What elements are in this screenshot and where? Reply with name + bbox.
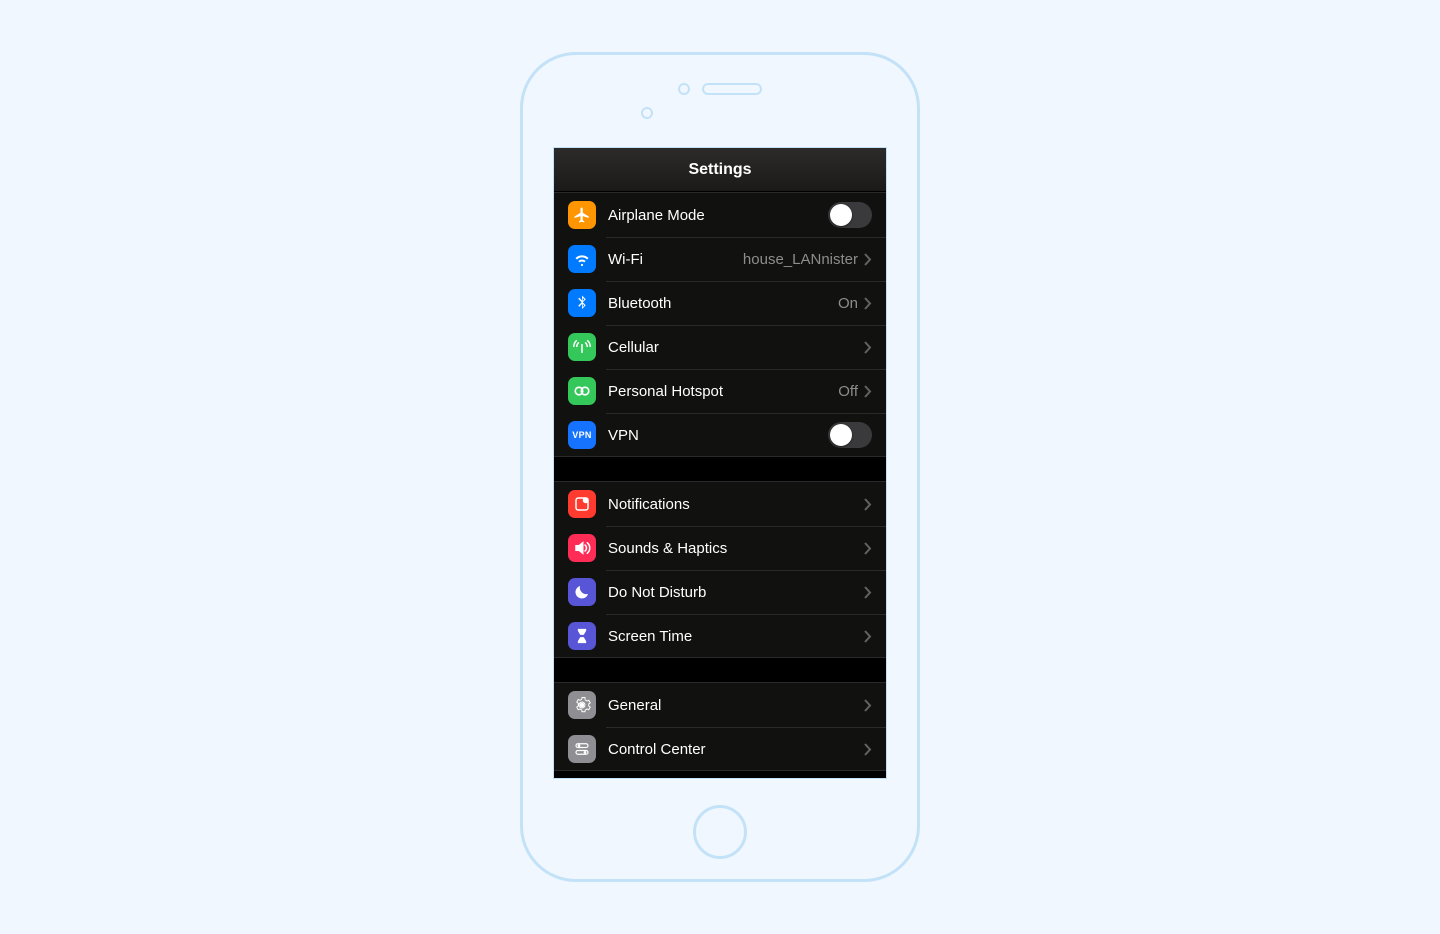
- chevron-right-icon: [864, 699, 872, 712]
- row-label: Do Not Disturb: [608, 584, 864, 601]
- row-value: house_LANnister: [743, 251, 858, 268]
- cellular-icon: [568, 333, 596, 361]
- row-label: Bluetooth: [608, 295, 838, 312]
- airplane-icon: [568, 201, 596, 229]
- chevron-right-icon: [864, 743, 872, 756]
- row-label: Screen Time: [608, 628, 864, 645]
- row-screen-time[interactable]: Screen Time: [554, 614, 886, 658]
- row-wifi[interactable]: Wi-Fi house_LANnister: [554, 237, 886, 281]
- phone-screen: Settings Airplane Mode Wi-Fi house: [553, 147, 887, 779]
- row-label: Sounds & Haptics: [608, 540, 864, 557]
- hotspot-icon: [568, 377, 596, 405]
- row-general[interactable]: General: [554, 683, 886, 727]
- settings-group-network: Airplane Mode Wi-Fi house_LANnister Blue: [554, 192, 886, 457]
- row-value: On: [838, 295, 858, 312]
- row-sounds-haptics[interactable]: Sounds & Haptics: [554, 526, 886, 570]
- bluetooth-icon: [568, 289, 596, 317]
- chevron-right-icon: [864, 341, 872, 354]
- proximity-dot-icon: [641, 107, 653, 119]
- nav-title: Settings: [688, 161, 751, 179]
- phone-speaker-row: [678, 83, 762, 95]
- vpn-icon: VPN: [568, 421, 596, 449]
- settings-group-alerts: Notifications Sounds & Haptics Do Not Di…: [554, 481, 886, 658]
- general-icon: [568, 691, 596, 719]
- home-button[interactable]: [693, 805, 747, 859]
- camera-dot-icon: [678, 83, 690, 95]
- row-airplane-mode[interactable]: Airplane Mode: [554, 193, 886, 237]
- settings-content[interactable]: Airplane Mode Wi-Fi house_LANnister Blue: [554, 192, 886, 778]
- chevron-right-icon: [864, 297, 872, 310]
- sounds-icon: [568, 534, 596, 562]
- row-vpn[interactable]: VPN VPN: [554, 413, 886, 457]
- row-label: Personal Hotspot: [608, 383, 838, 400]
- row-label: Cellular: [608, 339, 864, 356]
- vpn-toggle[interactable]: [828, 422, 872, 448]
- row-notifications[interactable]: Notifications: [554, 482, 886, 526]
- chevron-right-icon: [864, 586, 872, 599]
- chevron-right-icon: [864, 385, 872, 398]
- screentime-icon: [568, 622, 596, 650]
- settings-nav-bar: Settings: [554, 148, 886, 192]
- airplane-toggle[interactable]: [828, 202, 872, 228]
- row-control-center[interactable]: Control Center: [554, 727, 886, 771]
- row-label: Wi-Fi: [608, 251, 743, 268]
- row-label: Notifications: [608, 496, 864, 513]
- dnd-icon: [568, 578, 596, 606]
- row-cellular[interactable]: Cellular: [554, 325, 886, 369]
- chevron-right-icon: [864, 498, 872, 511]
- row-label: Control Center: [608, 741, 864, 758]
- notifications-icon: [568, 490, 596, 518]
- chevron-right-icon: [864, 542, 872, 555]
- row-personal-hotspot[interactable]: Personal Hotspot Off: [554, 369, 886, 413]
- chevron-right-icon: [864, 253, 872, 266]
- row-label: Airplane Mode: [608, 207, 828, 224]
- settings-group-system: General Control Center: [554, 682, 886, 771]
- row-do-not-disturb[interactable]: Do Not Disturb: [554, 570, 886, 614]
- speaker-slot-icon: [702, 83, 762, 95]
- row-label: General: [608, 697, 864, 714]
- chevron-right-icon: [864, 630, 872, 643]
- controlcenter-icon: [568, 735, 596, 763]
- row-value: Off: [838, 383, 858, 400]
- wifi-icon: [568, 245, 596, 273]
- row-bluetooth[interactable]: Bluetooth On: [554, 281, 886, 325]
- row-label: VPN: [608, 427, 828, 444]
- phone-frame: Settings Airplane Mode Wi-Fi house: [520, 52, 920, 882]
